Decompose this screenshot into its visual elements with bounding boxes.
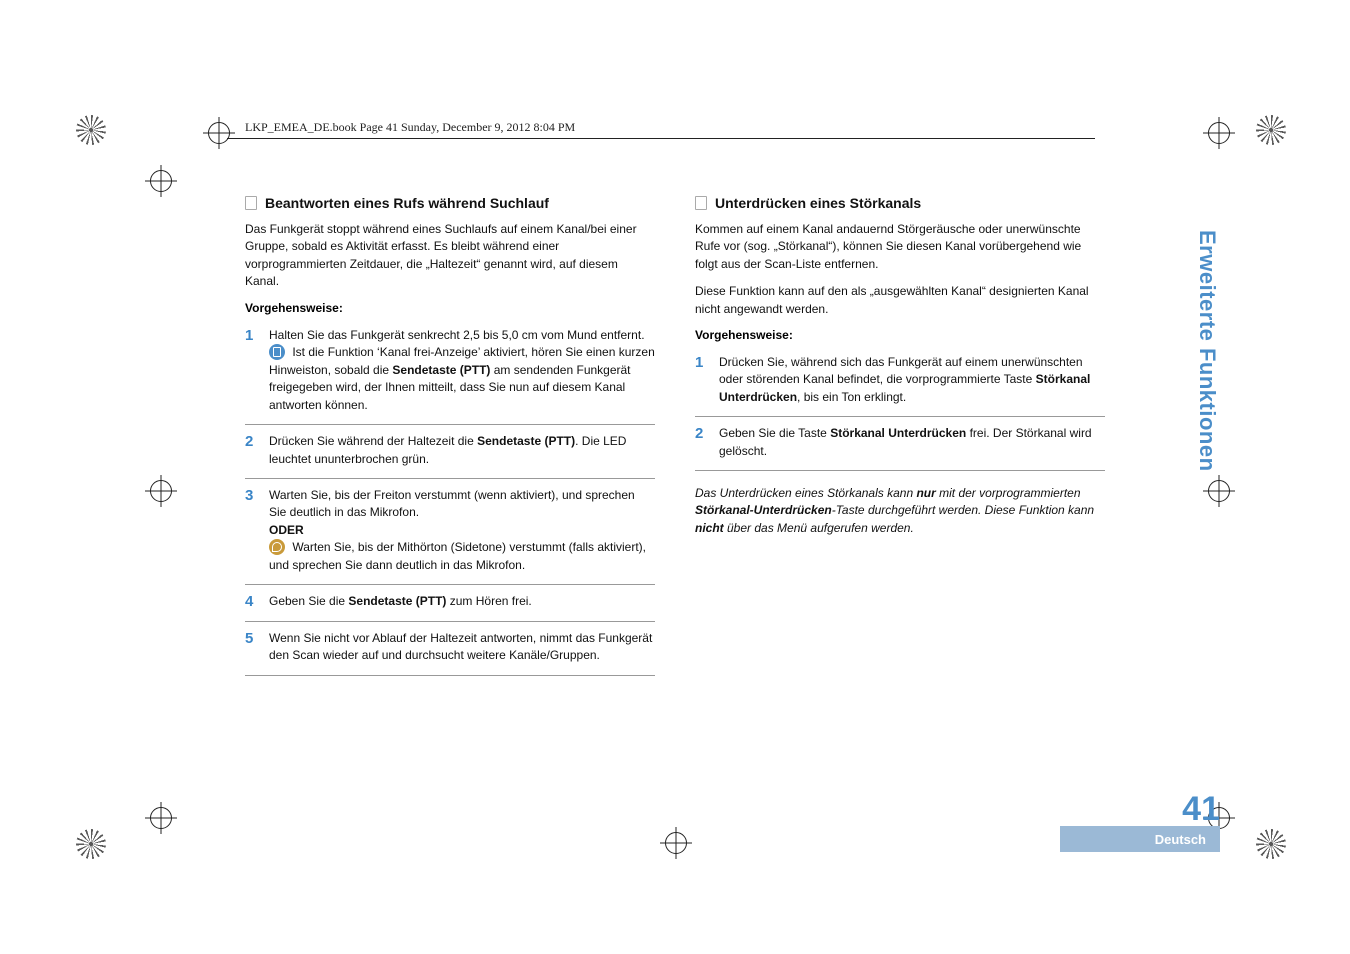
step-number: 5	[245, 628, 253, 650]
step-number: 3	[245, 485, 253, 507]
registration-flower-icon	[1256, 115, 1286, 145]
channel-free-icon	[269, 344, 285, 360]
step-number: 1	[695, 352, 703, 374]
step-number: 2	[245, 431, 253, 453]
heading-text: Unterdrücken eines Störkanals	[715, 195, 921, 211]
list-item: 1 Halten Sie das Funkgerät senkrecht 2,5…	[245, 321, 655, 426]
page-body: Beantworten eines Rufs während Suchlauf …	[245, 195, 1105, 678]
right-intro-1: Kommen auf einem Kanal andauernd Störger…	[695, 221, 1105, 273]
left-intro: Das Funkgerät stoppt während eines Suchl…	[245, 221, 655, 291]
registration-mark-icon	[150, 170, 172, 192]
language-label: Deutsch	[1155, 832, 1206, 847]
list-item: 4 Geben Sie die Sendetaste (PTT) zum Hör…	[245, 587, 655, 621]
step-number: 2	[695, 423, 703, 445]
registration-mark-icon	[150, 807, 172, 829]
registration-flower-icon	[1256, 829, 1286, 859]
registration-mark-icon	[150, 480, 172, 502]
list-item: 1 Drücken Sie, während sich das Funkgerä…	[695, 348, 1105, 417]
header-text: LKP_EMEA_DE.book Page 41 Sunday, Decembe…	[245, 120, 575, 135]
language-strip: Deutsch	[1060, 826, 1220, 852]
right-note: Das Unterdrücken eines Störkanals kann n…	[695, 485, 1105, 537]
step-number: 1	[245, 325, 253, 347]
right-heading: Unterdrücken eines Störkanals	[695, 195, 1105, 211]
heading-text: Beantworten eines Rufs während Suchlauf	[265, 195, 549, 211]
doc-icon	[695, 196, 707, 210]
procedure-label: Vorgehensweise:	[695, 328, 1105, 342]
registration-mark-icon	[1208, 122, 1230, 144]
registration-mark-icon	[665, 832, 687, 854]
left-heading: Beantworten eines Rufs während Suchlauf	[245, 195, 655, 211]
registration-flower-icon	[76, 829, 106, 859]
list-item: 2 Geben Sie die Taste Störkanal Unterdrü…	[695, 419, 1105, 471]
list-item: 3 Warten Sie, bis der Freiton verstummt …	[245, 481, 655, 586]
list-item: 2 Drücken Sie während der Haltezeit die …	[245, 427, 655, 479]
procedure-label: Vorgehensweise:	[245, 301, 655, 315]
doc-icon	[245, 196, 257, 210]
left-steps: 1 Halten Sie das Funkgerät senkrecht 2,5…	[245, 321, 655, 676]
right-steps: 1 Drücken Sie, während sich das Funkgerä…	[695, 348, 1105, 471]
page-number: 41	[1130, 790, 1220, 829]
talk-permit-icon	[269, 539, 285, 555]
step-number: 4	[245, 591, 253, 613]
print-header: LKP_EMEA_DE.book Page 41 Sunday, Decembe…	[245, 120, 575, 135]
page-number-box: 41	[1130, 790, 1220, 829]
left-column: Beantworten eines Rufs während Suchlauf …	[245, 195, 655, 678]
right-intro-2: Diese Funktion kann auf den als „ausgewä…	[695, 283, 1105, 318]
list-item: 5 Wenn Sie nicht vor Ablauf der Haltezei…	[245, 624, 655, 676]
registration-flower-icon	[76, 115, 106, 145]
registration-mark-icon	[208, 122, 230, 144]
right-column: Unterdrücken eines Störkanals Kommen auf…	[695, 195, 1105, 678]
registration-mark-icon	[1208, 480, 1230, 502]
side-tab-label: Erweiterte Funktionen	[1194, 230, 1220, 472]
